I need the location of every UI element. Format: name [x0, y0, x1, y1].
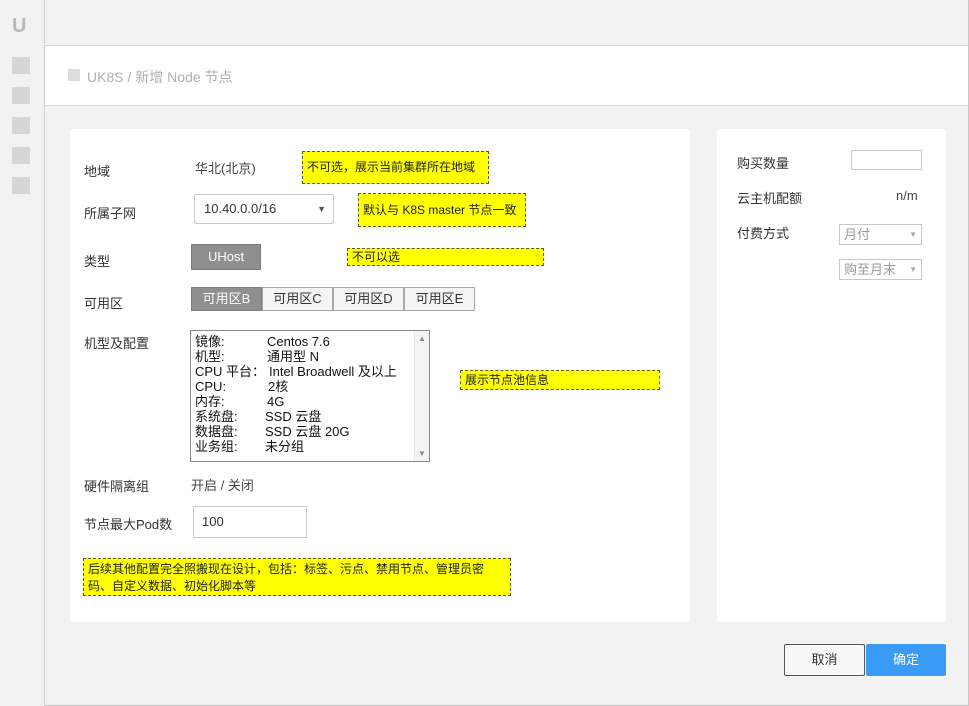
- top-bar: [45, 0, 968, 46]
- region-label: 地域: [84, 164, 111, 179]
- app-logo: U: [12, 15, 27, 37]
- config-scrollbar[interactable]: ▲ ▼: [414, 331, 429, 461]
- type-annotation: 不可以选: [347, 248, 544, 266]
- duration-select[interactable]: 购至月末 ▼: [839, 259, 922, 280]
- scroll-down-icon[interactable]: ▼: [418, 449, 426, 458]
- quota-label: 云主机配额: [737, 191, 803, 206]
- config-value: Centos 7.6: [267, 334, 330, 349]
- other-config-annotation: 后续其他配置完全照搬现在设计，包括：标签、污点、禁用节点、管理员密码、自定义数据…: [83, 558, 511, 596]
- config-key: 系统盘:: [195, 409, 238, 424]
- chevron-down-icon: ▼: [317, 204, 326, 214]
- config-key: 数据盘:: [195, 424, 238, 439]
- config-value: 2核: [268, 379, 289, 394]
- sidebar-item-2-icon[interactable]: [12, 87, 30, 104]
- config-key: 业务组:: [195, 439, 238, 454]
- quota-value: n/m: [896, 188, 918, 203]
- config-value: SSD 云盘 20G: [265, 424, 350, 439]
- config-key: 机型:: [195, 349, 225, 364]
- subnet-select[interactable]: 10.40.0.0/16 ▼: [194, 194, 334, 224]
- type-label: 类型: [84, 254, 111, 269]
- subnet-select-value: 10.40.0.0/16: [204, 201, 277, 216]
- sidebar-item-3-icon[interactable]: [12, 117, 30, 134]
- config-value: SSD 云盘: [265, 409, 322, 424]
- config-key: CPU:: [195, 379, 227, 394]
- config-listbox[interactable]: 镜像: Centos 7.6 机型: 通用型 N CPU 平台： Intel B…: [190, 330, 430, 462]
- sidebar-item-4-icon[interactable]: [12, 147, 30, 164]
- chevron-down-icon: ▼: [909, 265, 917, 274]
- config-key: CPU 平台：: [195, 364, 266, 379]
- sidebar-item-5-icon[interactable]: [12, 177, 30, 194]
- duration-select-value: 购至月末: [844, 262, 897, 277]
- uhost-type-button[interactable]: UHost: [191, 244, 261, 270]
- config-value: 未分组: [265, 439, 305, 454]
- zone-label: 可用区: [84, 296, 124, 311]
- region-annotation: 不可选，展示当前集群所在地域: [302, 151, 489, 184]
- config-key: 内存:: [195, 394, 225, 409]
- billing-select-value: 月付: [844, 227, 871, 242]
- page-icon: [68, 69, 80, 81]
- subnet-label: 所属子网: [84, 206, 137, 221]
- config-key: 镜像:: [195, 334, 225, 349]
- quantity-label: 购买数量: [737, 156, 790, 171]
- config-label: 机型及配置: [84, 336, 150, 351]
- billing-select[interactable]: 月付 ▼: [839, 224, 922, 245]
- config-annotation: 展示节点池信息: [460, 370, 660, 390]
- max-pod-label: 节点最大Pod数: [84, 517, 173, 532]
- zone-e-option[interactable]: 可用区E: [404, 287, 475, 311]
- chevron-down-icon: ▼: [909, 230, 917, 239]
- sidebar-item-1-icon[interactable]: [12, 57, 30, 74]
- zone-b-option[interactable]: 可用区B: [191, 287, 262, 311]
- zone-c-option[interactable]: 可用区C: [262, 287, 333, 311]
- config-value: 通用型 N: [267, 349, 320, 364]
- zone-d-option[interactable]: 可用区D: [333, 287, 404, 311]
- cancel-button[interactable]: 取消: [784, 644, 865, 676]
- region-value: 华北(北京): [195, 161, 256, 176]
- config-value: 4G: [267, 394, 285, 409]
- page-title: UK8S / 新增 Node 节点: [87, 69, 233, 85]
- subnet-annotation: 默认与 K8S master 节点一致: [358, 193, 526, 227]
- title-bar: UK8S / 新增 Node 节点: [45, 46, 968, 106]
- isolation-toggle[interactable]: 开启 / 关闭: [191, 475, 254, 494]
- scroll-up-icon[interactable]: ▲: [418, 334, 426, 343]
- quantity-input[interactable]: [851, 150, 922, 170]
- confirm-button[interactable]: 确定: [866, 644, 946, 676]
- billing-label: 付费方式: [737, 226, 790, 241]
- max-pod-input[interactable]: 100: [193, 506, 307, 538]
- sidebar: U: [0, 0, 45, 706]
- config-value: Intel Broadwell 及以上: [269, 364, 397, 379]
- isolation-label: 硬件隔离组: [84, 479, 150, 494]
